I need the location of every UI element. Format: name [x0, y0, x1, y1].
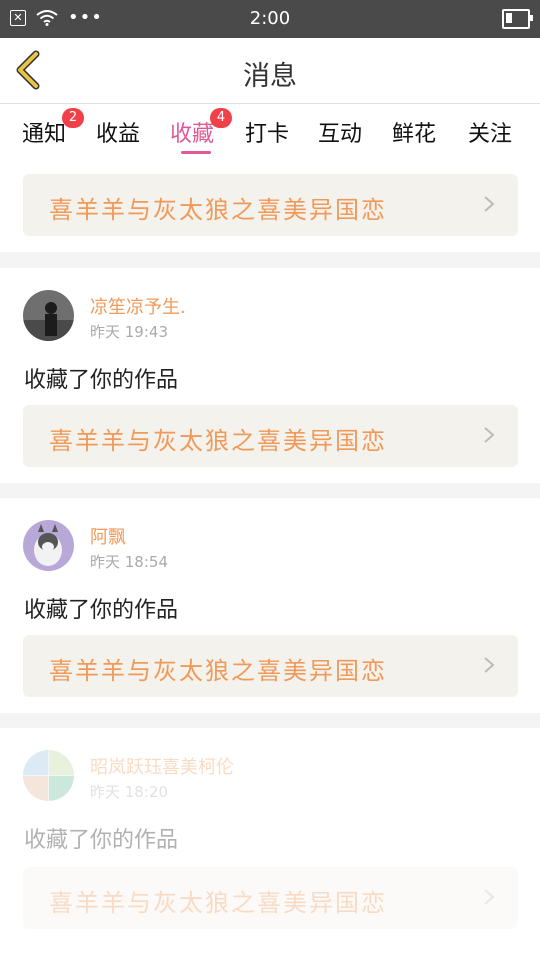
username[interactable]: 凉笙凉予生. [90, 293, 186, 319]
tab-label: 互动 [318, 122, 363, 147]
chevron-right-icon [484, 196, 495, 212]
username[interactable]: 昭岚跃珏喜美柯伦 [90, 753, 234, 779]
avatar[interactable] [23, 290, 74, 341]
timestamp: 昨天 19:43 [90, 323, 168, 341]
avatar[interactable] [23, 520, 74, 571]
tab-label: 打卡 [245, 122, 290, 147]
work-title: 喜羊羊与灰太狼之喜美异国恋 [49, 427, 387, 455]
work-link[interactable]: 喜羊羊与灰太狼之喜美异国恋 [23, 174, 518, 236]
tab-label: 收益 [96, 122, 141, 147]
status-time: 2:00 [249, 8, 291, 29]
username[interactable]: 阿飘 [90, 523, 126, 549]
battery-icon [502, 9, 533, 29]
tab-notice[interactable]: 通知 2 [22, 108, 85, 148]
timestamp: 昨天 18:20 [90, 783, 168, 801]
work-link[interactable]: 喜羊羊与灰太狼之喜美异国恋 [23, 405, 518, 467]
action-text: 收藏了你的作品 [24, 828, 179, 853]
tab-follow[interactable]: 关注 [468, 116, 512, 148]
tab-checkin[interactable]: 打卡 [245, 116, 289, 148]
work-title: 喜羊羊与灰太狼之喜美异国恋 [49, 657, 387, 685]
chevron-right-icon [484, 889, 495, 905]
avatar-image [23, 290, 74, 341]
action-text: 收藏了你的作品 [24, 368, 179, 393]
notification-card: 昭岚跃珏喜美柯伦 昨天 18:20 收藏了你的作品 喜羊羊与灰太狼之喜美异国恋 [0, 728, 540, 960]
tab-earnings[interactable]: 收益 [96, 116, 140, 148]
work-link[interactable]: 喜羊羊与灰太狼之喜美异国恋 [23, 635, 518, 697]
avatar-image [23, 750, 74, 801]
tab-label: 鲜花 [392, 122, 437, 147]
work-link[interactable]: 喜羊羊与灰太狼之喜美异国恋 [23, 867, 518, 929]
chevron-right-icon [484, 657, 495, 673]
tab-flowers[interactable]: 鲜花 [392, 116, 436, 148]
notification-card: 凉笙凉予生. 昨天 19:43 收藏了你的作品 喜羊羊与灰太狼之喜美异国恋 [0, 268, 540, 483]
action-text: 收藏了你的作品 [24, 598, 179, 623]
tab-favorites[interactable]: 收藏 4 [170, 108, 233, 148]
timestamp: 昨天 18:54 [90, 553, 168, 571]
work-title: 喜羊羊与灰太狼之喜美异国恋 [49, 196, 387, 224]
tab-bar: 通知 2 收益 收藏 4 打卡 互动 鲜花 关注 [0, 104, 540, 160]
chevron-right-icon [484, 427, 495, 443]
notification-card: 阿飘 昨天 18:54 收藏了你的作品 喜羊羊与灰太狼之喜美异国恋 [0, 498, 540, 713]
battery-level [506, 13, 512, 23]
unread-badge: 2 [62, 108, 85, 128]
tab-label: 关注 [468, 122, 513, 147]
tab-interaction[interactable]: 互动 [318, 116, 362, 148]
unread-badge: 4 [210, 108, 233, 128]
active-tab-indicator [181, 151, 211, 154]
header: 消息 [0, 38, 540, 104]
work-title: 喜羊羊与灰太狼之喜美异国恋 [49, 889, 387, 917]
page-title: 消息 [243, 61, 297, 92]
avatar-image [23, 520, 74, 571]
tab-label: 通知 [22, 122, 67, 147]
tab-label: 收藏 [170, 122, 215, 147]
notification-card: 喜羊羊与灰太狼之喜美异国恋 [0, 160, 540, 252]
status-bar: ✕ ••• 2:00 [0, 0, 540, 38]
avatar[interactable] [23, 750, 74, 801]
